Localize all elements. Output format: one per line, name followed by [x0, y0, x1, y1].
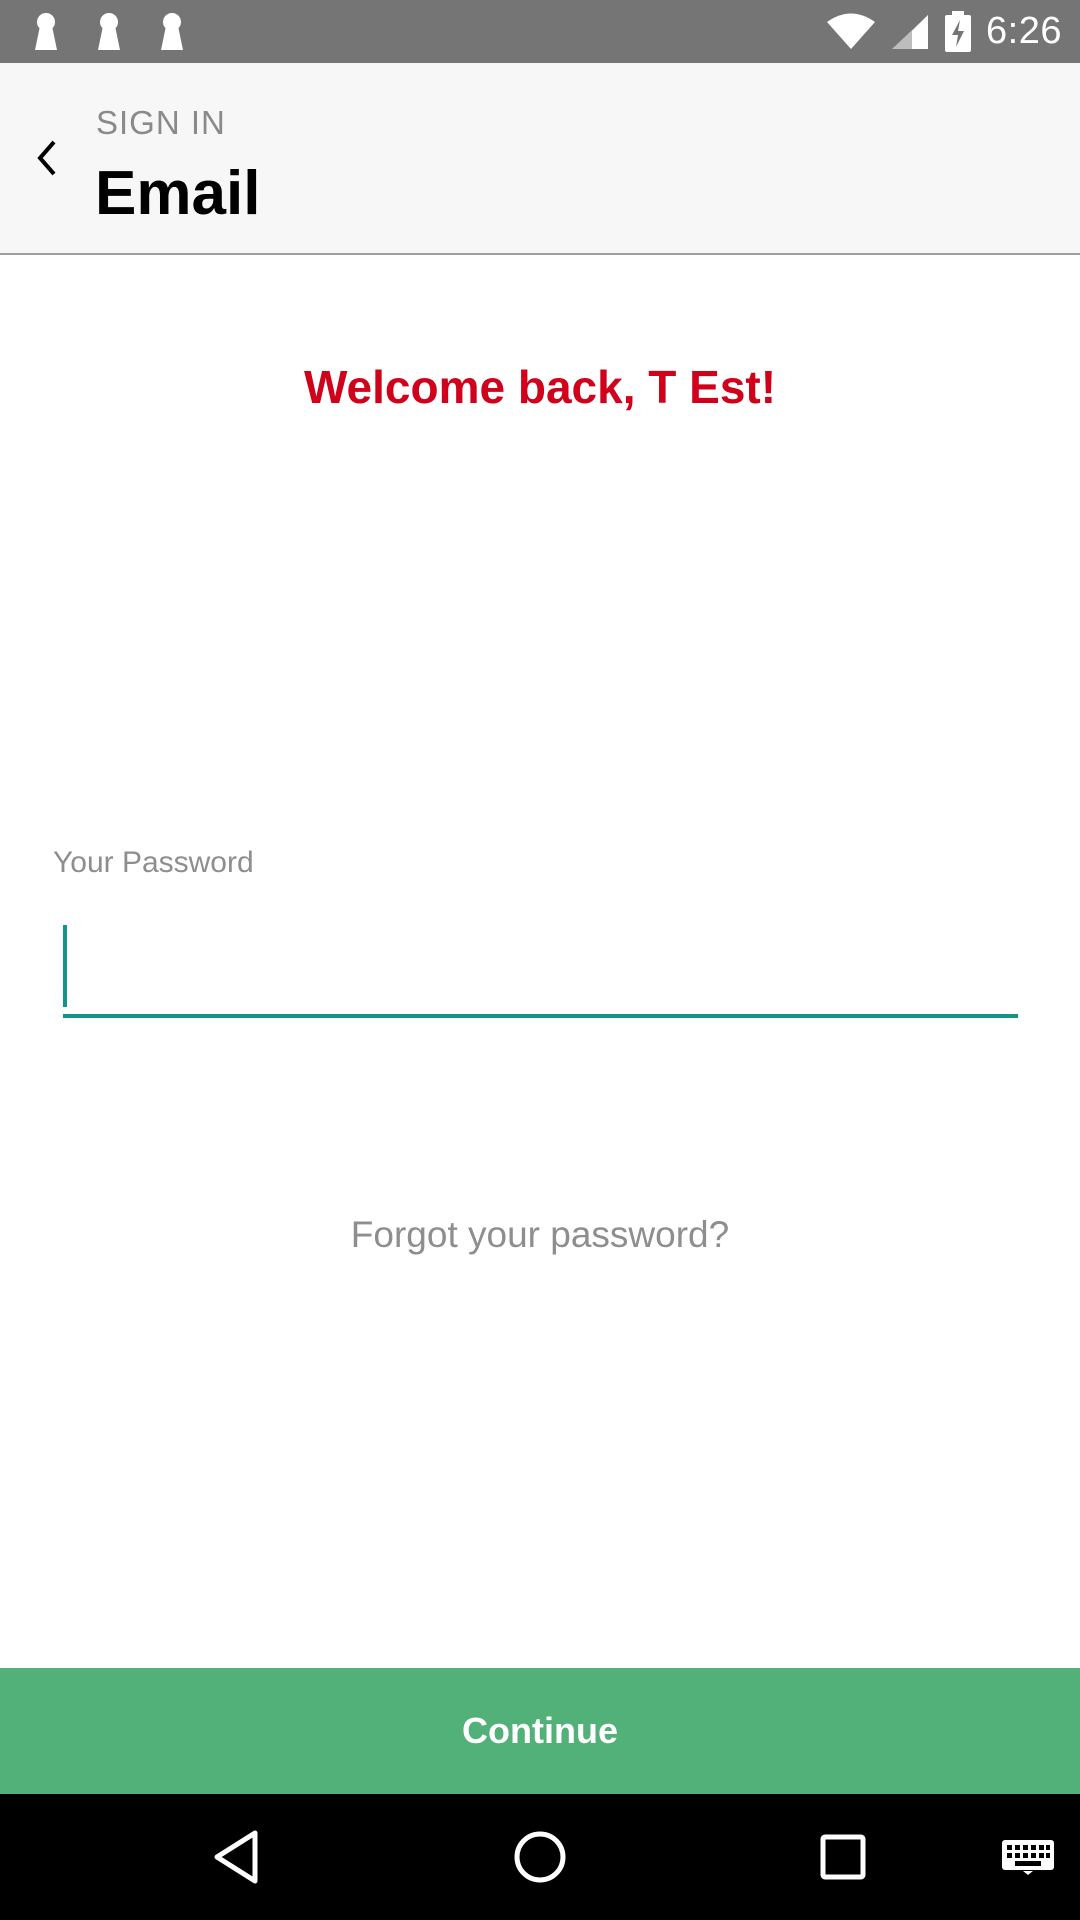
header-overline: SIGN IN	[96, 104, 226, 141]
back-triangle-icon[interactable]	[196, 1794, 276, 1920]
keyhole-icon	[158, 12, 186, 52]
password-input[interactable]	[63, 920, 1018, 1018]
home-circle-icon[interactable]	[500, 1794, 580, 1920]
battery-charging-icon	[944, 10, 972, 53]
keyhole-icon	[32, 12, 60, 52]
password-label: Your Password	[53, 846, 254, 879]
signal-icon	[890, 13, 930, 51]
app-header: SIGN IN Email	[0, 63, 1080, 255]
recents-square-icon[interactable]	[803, 1794, 883, 1920]
page-title: Email	[95, 159, 261, 228]
chevron-left-icon	[37, 140, 56, 176]
continue-button[interactable]: Continue	[0, 1668, 1080, 1794]
welcome-message: Welcome back, T Est!	[303, 361, 777, 413]
wifi-icon	[826, 13, 876, 51]
forgot-password-link[interactable]: Forgot your password?	[0, 1214, 1080, 1256]
back-button[interactable]	[28, 132, 68, 184]
keyhole-icon	[95, 12, 123, 52]
navigation-bar	[0, 1794, 1080, 1920]
status-time: 6:26	[986, 10, 1062, 52]
text-cursor	[63, 925, 67, 1007]
status-bar: 6:26	[0, 0, 1080, 63]
keyboard-icon[interactable]	[998, 1794, 1058, 1920]
